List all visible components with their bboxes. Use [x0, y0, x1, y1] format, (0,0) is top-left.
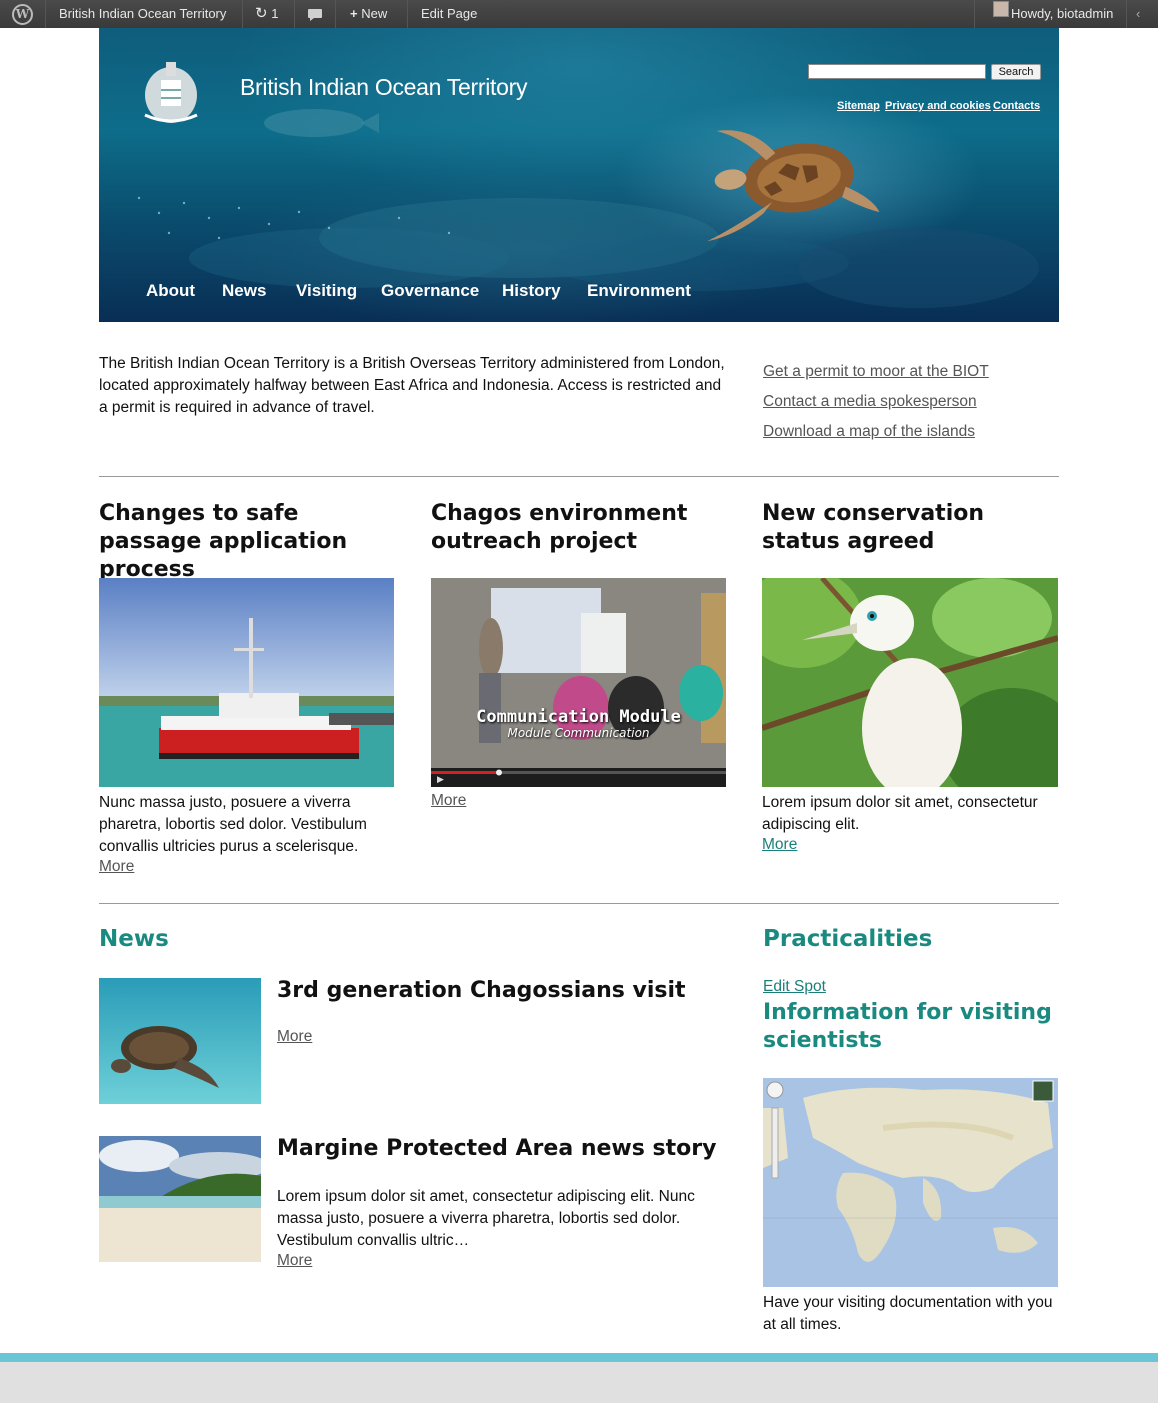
admin-bar-separator [974, 0, 975, 28]
nav-item-environment[interactable]: Environment [587, 281, 691, 301]
feature-title[interactable]: New conservation status agreed [762, 500, 1058, 556]
edit-page-button[interactable]: Edit Page [421, 0, 477, 28]
divider [99, 476, 1059, 477]
updates-count: 1 [271, 6, 279, 21]
feature-title[interactable]: Chagos environment outreach project [431, 500, 726, 556]
ship-image[interactable] [99, 578, 394, 787]
comments-button[interactable] [307, 0, 323, 28]
outreach-video-player[interactable]: Communication Module Module Communicatio… [431, 578, 726, 787]
admin-bar-separator [242, 0, 243, 28]
nav-item-visiting[interactable]: Visiting [296, 281, 357, 301]
practicalities-heading: Practicalities [763, 926, 933, 952]
admin-bar: W British Indian Ocean Territory ↻ 1 + N… [0, 0, 1158, 28]
feature-text: Nunc massa justo, posuere a viverra phar… [99, 794, 367, 855]
admin-bar-separator [407, 0, 408, 28]
admin-bar-separator [45, 0, 46, 28]
site-title[interactable]: British Indian Ocean Territory [240, 74, 527, 101]
footer-accent-bar [0, 1353, 1158, 1362]
world-map[interactable] [763, 1078, 1058, 1287]
video-caption: Communication Module [476, 707, 681, 727]
practicalities-text: Have your visiting documentation with yo… [763, 1294, 1053, 1333]
permit-link[interactable]: Get a permit to moor at the BIOT [763, 363, 989, 381]
nav-item-governance[interactable]: Governance [381, 281, 479, 301]
nav-item-history[interactable]: History [502, 281, 561, 301]
news-item-title[interactable]: 3rd generation Chagossians visit [277, 978, 686, 1003]
admin-bar-separator [335, 0, 336, 28]
site-header: British Indian Ocean Territory Search Si… [99, 28, 1059, 322]
footer [0, 1362, 1158, 1403]
spot-title[interactable]: Information for visiting scientists [763, 999, 1058, 1055]
search-toggle-icon[interactable]: ‹ [1136, 0, 1140, 28]
more-link[interactable]: More [277, 1028, 312, 1046]
admin-bar-separator [1126, 0, 1127, 28]
divider [99, 903, 1059, 904]
more-link[interactable]: More [99, 858, 134, 876]
download-map-link[interactable]: Download a map of the islands [763, 423, 975, 441]
new-content-button[interactable]: + New [350, 0, 387, 28]
news-beach-image[interactable] [99, 1136, 261, 1262]
feature-text: Lorem ipsum dolor sit amet, consectetur … [762, 794, 1038, 833]
edit-spot-link[interactable]: Edit Spot [763, 978, 826, 996]
feature-title[interactable]: Changes to safe passage application proc… [99, 500, 394, 584]
account-menu[interactable]: Howdy, biotadmin [1011, 0, 1113, 28]
avatar[interactable] [993, 1, 1009, 17]
nav-item-about[interactable]: About [146, 281, 195, 301]
sitemap-link[interactable]: Sitemap [837, 100, 880, 112]
news-heading: News [99, 926, 169, 952]
booby-bird-image[interactable] [762, 578, 1058, 787]
play-icon[interactable]: ▶ [437, 774, 444, 785]
news-turtle-image[interactable] [99, 978, 261, 1104]
nav-item-news[interactable]: News [222, 281, 266, 301]
more-link[interactable]: More [431, 792, 466, 810]
search-button[interactable]: Search [991, 64, 1041, 80]
video-subcaption: Module Communication [507, 726, 650, 740]
plus-icon: + [350, 6, 358, 21]
updates-button[interactable]: ↻ 1 [255, 0, 278, 28]
more-link[interactable]: More [277, 1252, 312, 1270]
contacts-link[interactable]: Contacts [993, 100, 1040, 112]
intro-text: The British Indian Ocean Territory is a … [99, 355, 725, 416]
media-spokesperson-link[interactable]: Contact a media spokesperson [763, 393, 977, 411]
news-item-title[interactable]: Margine Protected Area news story [277, 1136, 716, 1161]
admin-bar-site-name[interactable]: British Indian Ocean Territory [59, 0, 226, 28]
search-input[interactable] [808, 64, 986, 79]
privacy-and-cookies-link[interactable]: Privacy and cookies [885, 100, 991, 112]
new-label: New [361, 6, 388, 21]
refresh-icon: ↻ [255, 5, 268, 22]
comment-icon [308, 8, 322, 21]
wordpress-logo-icon[interactable]: W [12, 4, 33, 25]
more-link[interactable]: More [762, 836, 797, 854]
news-item-text: Lorem ipsum dolor sit amet, consectetur … [277, 1188, 695, 1249]
admin-bar-separator [294, 0, 295, 28]
